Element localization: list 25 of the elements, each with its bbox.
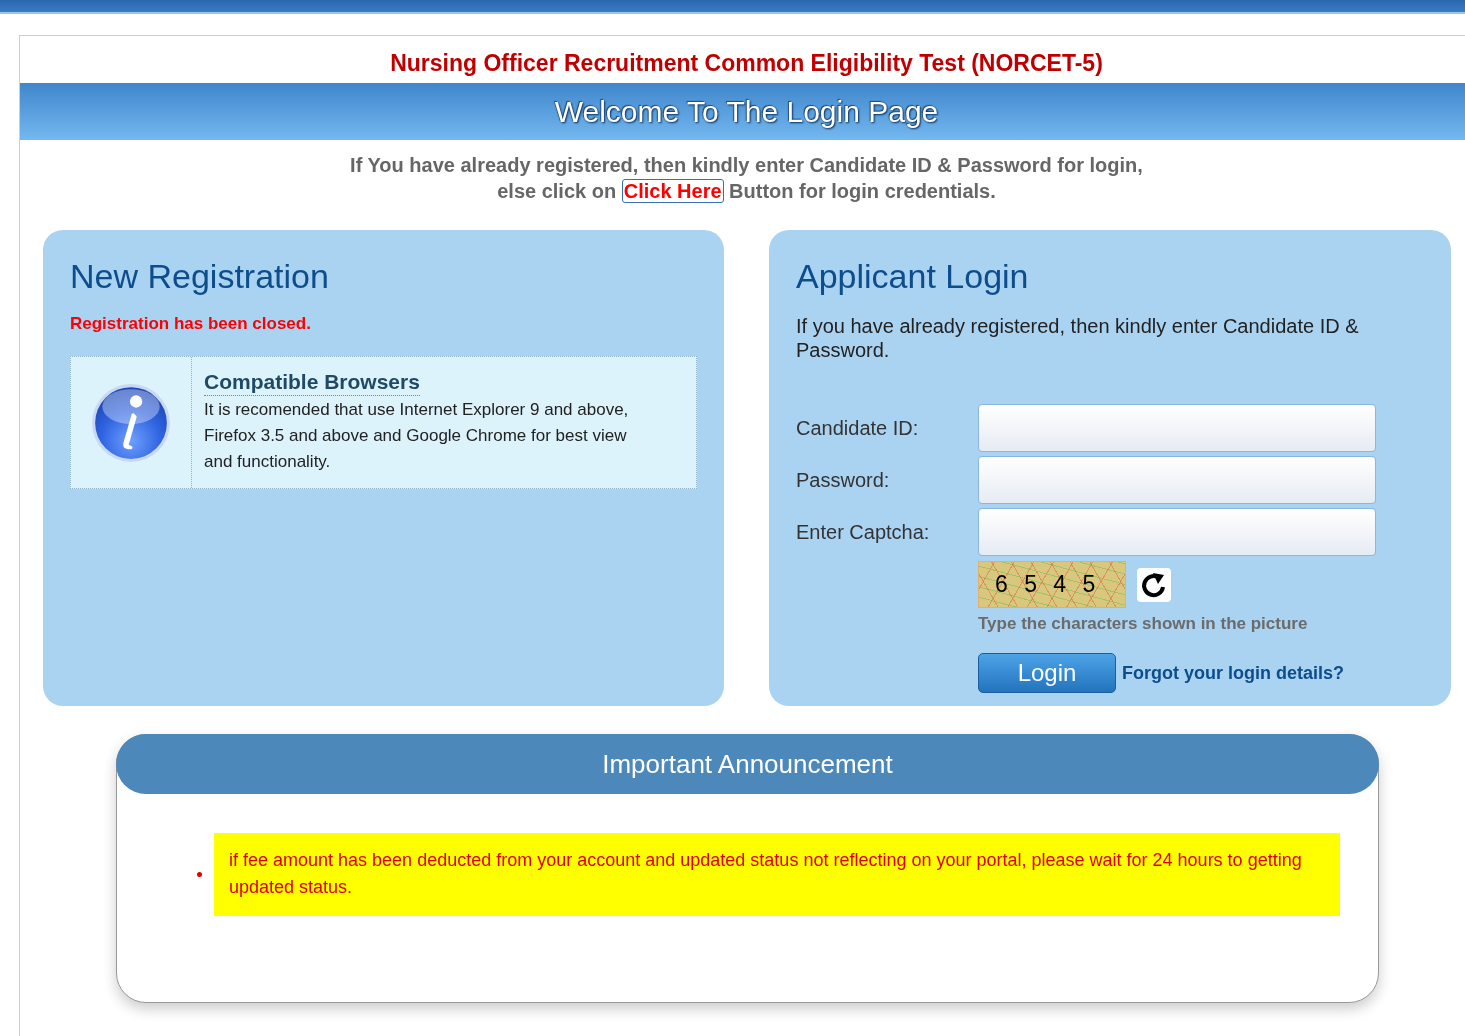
refresh-icon[interactable]	[1137, 567, 1171, 602]
info-title: Compatible Browsers	[204, 369, 420, 396]
login-description: If you have already registered, then kindly enter Candidate ID & Password.	[796, 314, 1360, 362]
announcement-text: if fee amount has been deducted from your account and updated status not reflecting on your portal, please wait for 24 hours to getting updated status.	[214, 833, 1340, 916]
welcome-banner: Welcome To The Login Page	[20, 83, 1465, 140]
info-icon	[90, 381, 172, 464]
click-here-link[interactable]: Click Here	[621, 179, 724, 203]
panel-heading: New Registration	[70, 256, 330, 297]
forgot-login-link[interactable]: Forgot your login details?	[1122, 662, 1344, 684]
panel-heading: Applicant Login	[796, 256, 1030, 297]
bullet-icon	[197, 872, 202, 877]
input-field[interactable]	[978, 508, 1376, 556]
intro-text: If You have already registered, then kindly enter Candidate ID & Password for login, else click on Click Here Button for login credentials.	[349, 153, 1144, 204]
announcement-header: Important Announcement	[116, 734, 1379, 794]
field-label: Candidate ID:	[796, 416, 920, 440]
field-label: Enter Captcha:	[796, 520, 931, 544]
input-field[interactable]	[978, 456, 1376, 504]
captcha-image: 6 5 4 5	[978, 561, 1126, 608]
input-field[interactable]	[978, 404, 1376, 452]
captcha-hint: Type the characters shown in the picture	[978, 614, 1309, 634]
info-text: It is recomended that use Internet Explorer 9 and above, Firefox 3.5 and above and Google Chrome for best view and functionality.	[204, 399, 630, 473]
field-label: Password:	[796, 468, 891, 492]
login-button[interactable]: Login	[978, 653, 1116, 693]
registration-closed-notice: Registration has been closed.	[70, 314, 312, 334]
exam-title: Nursing Officer Recruitment Common Eligibility Test (NORCET-5)	[389, 49, 1104, 78]
